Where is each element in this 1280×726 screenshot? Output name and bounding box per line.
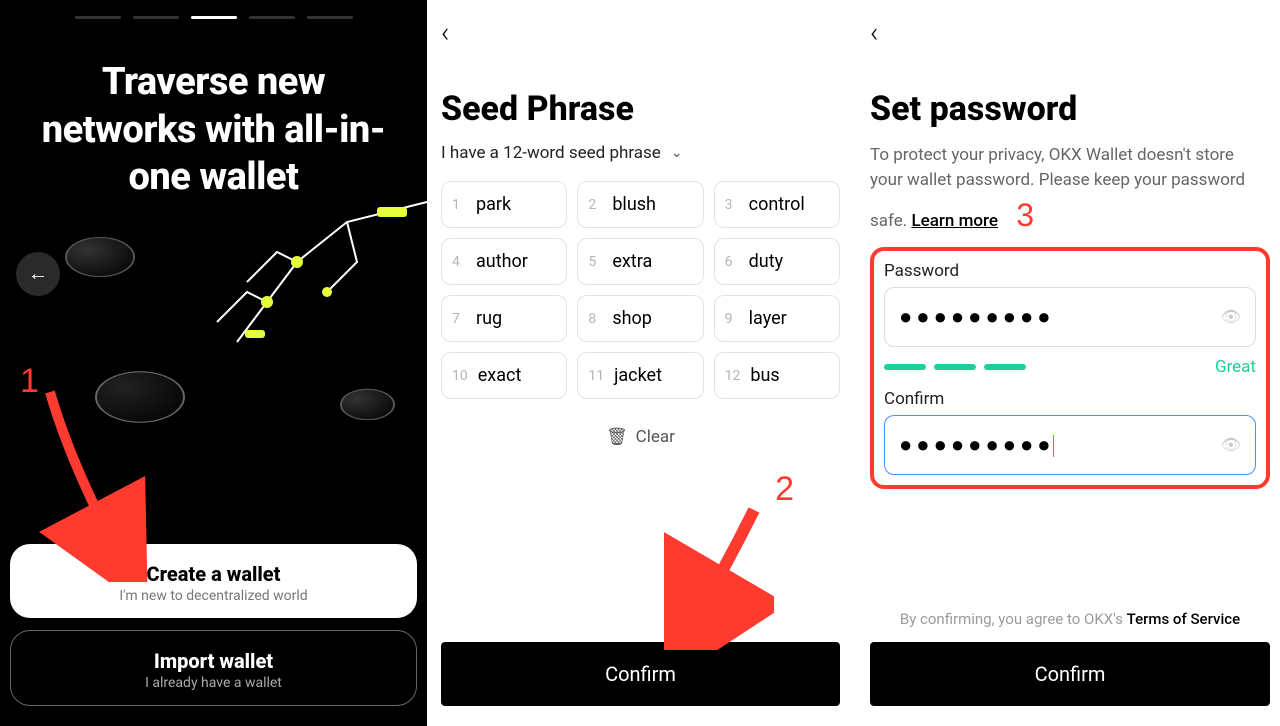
seed-word: blush [612,194,656,215]
seed-index: 12 [725,368,741,384]
seed-word-input[interactable]: 10 exact [441,352,567,399]
seed-index: 7 [452,311,466,327]
page-title: Seed Phrase [441,89,840,129]
annotation-number-1: 1 [20,362,39,401]
clear-button[interactable]: 🗑 Clear [441,427,840,447]
seed-word-input[interactable]: 6 duty [714,238,840,285]
seed-word: control [749,194,805,215]
tos-text: By confirming, you agree to OKX's Terms … [870,610,1270,628]
seed-word: park [476,194,511,215]
seed-word: shop [612,308,652,329]
confirm-label: Confirm [1035,662,1106,686]
intro-panel: Traverse new networks with all-in-one wa… [0,0,427,726]
back-button[interactable]: ← [16,252,60,296]
confirm-label: Confirm [605,662,676,686]
arrow-left-icon: ← [28,261,48,286]
back-button[interactable]: ‹ [870,16,900,49]
confirm-password-label: Confirm [884,389,1256,409]
create-wallet-title: Create a wallet [20,562,407,586]
seed-index: 9 [725,311,739,327]
confirm-password-input[interactable]: ●●●●●●●●● 👁 [884,415,1256,475]
text-caret [1053,435,1055,457]
chevron-left-icon: ‹ [441,16,449,49]
password-input[interactable]: ●●●●●●●●● 👁 [884,287,1256,347]
page-indicator [10,16,417,19]
strength-label: Great [1215,357,1256,377]
eye-icon[interactable]: 👁 [1221,307,1241,326]
seed-index: 8 [588,311,602,327]
seed-index: 10 [452,368,468,384]
password-mask: ●●●●●●●●● [899,304,1055,330]
seed-word-input[interactable]: 12 bus [714,352,840,399]
password-label: Password [884,261,1256,281]
back-button[interactable]: ‹ [441,16,471,49]
annotation-highlight-box: Password ●●●●●●●●● 👁 Great Confirm ●●●●●… [870,247,1270,489]
seed-word: bus [750,365,779,386]
tos-pre: By confirming, you agree to OKX's [900,610,1127,628]
annotation-number-3: 3 [1016,197,1034,233]
password-strength: Great [884,357,1256,377]
import-wallet-sub: I already have a wallet [21,675,406,691]
phrase-length-label: I have a 12-word seed phrase [441,143,661,163]
learn-more-link[interactable]: Learn more [911,211,998,231]
confirm-button[interactable]: Confirm [441,642,840,706]
seed-word: exact [478,365,522,386]
seed-grid: 1 park 2 blush 3 control 4 author 5 extra 6 duty 7 ru… [441,181,840,399]
seed-word-input[interactable]: 9 layer [714,295,840,342]
seed-index: 6 [725,254,739,270]
seed-word-input[interactable]: 1 park [441,181,567,228]
set-password-panel: ‹ Set password To protect your privacy, … [854,0,1280,726]
seed-phrase-panel: ‹ Seed Phrase I have a 12-word seed phra… [427,0,854,726]
headline: Traverse new networks with all-in-one wa… [10,59,417,202]
robot-hand-illustration [147,192,427,392]
coin-icon [65,236,135,276]
seed-word: layer [749,308,787,329]
seed-index: 3 [725,197,739,213]
seed-word-input[interactable]: 5 extra [577,238,703,285]
clipboard-icon: 🗑 [606,427,628,447]
seed-word: jacket [614,365,662,386]
chevron-down-icon: ⌄ [671,145,683,161]
import-wallet-title: Import wallet [21,649,406,673]
seed-word-input[interactable]: 4 author [441,238,567,285]
hero-art: ← 1 [10,202,417,533]
seed-word-input[interactable]: 11 jacket [577,352,703,399]
chevron-left-icon: ‹ [870,16,878,49]
terms-of-service-link[interactable]: Terms of Service [1127,610,1241,628]
seed-word: author [476,251,528,272]
seed-word: extra [612,251,652,272]
seed-word: rug [476,308,502,329]
password-blurb: To protect your privacy, OKX Wallet does… [870,143,1270,239]
seed-index: 2 [588,197,602,213]
create-wallet-sub: I'm new to decentralized world [20,588,407,604]
import-wallet-button[interactable]: Import wallet I already have a wallet [10,630,417,706]
eye-icon[interactable]: 👁 [1221,435,1241,454]
seed-index: 1 [452,197,466,213]
seed-word-input[interactable]: 2 blush [577,181,703,228]
coin-icon [340,388,395,420]
seed-index: 4 [452,254,466,270]
seed-word-input[interactable]: 8 shop [577,295,703,342]
seed-word: duty [749,251,783,272]
clear-label: Clear [636,427,675,447]
seed-index: 11 [588,368,604,384]
confirm-button[interactable]: Confirm [870,642,1270,706]
seed-word-input[interactable]: 3 control [714,181,840,228]
create-wallet-button[interactable]: Create a wallet I'm new to decentralized… [10,544,417,618]
confirm-password-mask: ●●●●●●●●● [899,433,1055,458]
page-title: Set password [870,89,1270,129]
seed-word-input[interactable]: 7 rug [441,295,567,342]
phrase-length-select[interactable]: I have a 12-word seed phrase ⌄ [441,143,840,163]
seed-index: 5 [588,254,602,270]
